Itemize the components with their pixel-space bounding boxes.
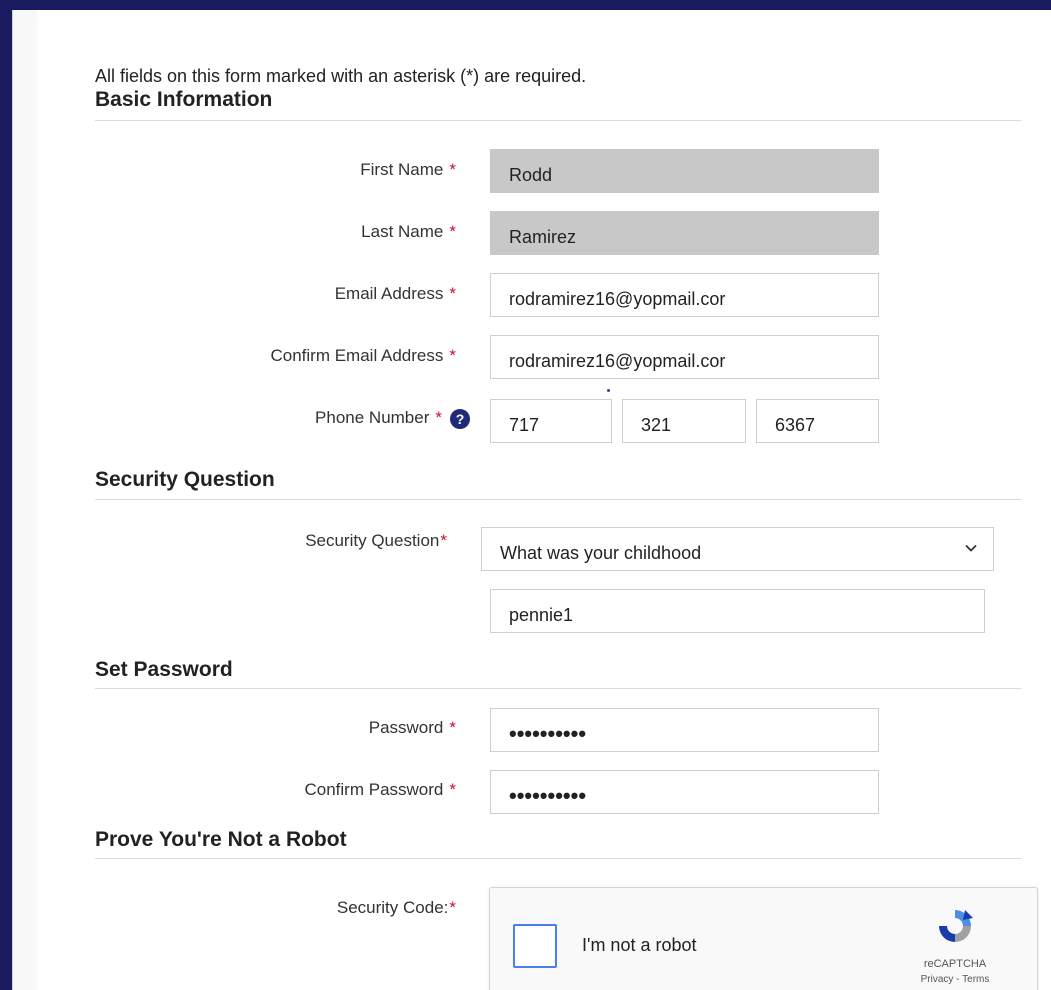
recaptcha-checkbox[interactable] — [513, 924, 557, 968]
security-question-selected-value: What was your childhood — [500, 543, 702, 563]
first-name-field[interactable]: Rodd — [490, 149, 879, 193]
email-address-label: Email Address * — [334, 284, 456, 303]
recaptcha-brand: reCAPTCHA — [923, 958, 987, 970]
password-label: Password * — [368, 718, 456, 737]
confirm-email-address-label: Confirm Email Address * — [270, 346, 456, 365]
section-divider — [95, 499, 1021, 500]
section-title-security-question: Security Question — [95, 468, 275, 491]
recaptcha-checkbox-label: I'm not a robot — [582, 935, 697, 955]
section-title-set-password: Set Password — [95, 658, 233, 681]
registration-form: All fields on this form marked with an a… — [37, 10, 1051, 990]
security-code-label: Security Code:* — [336, 898, 456, 917]
section-divider — [95, 858, 1021, 859]
section-divider — [95, 120, 1021, 121]
phone-line-number-field[interactable]: 6367 — [756, 399, 879, 443]
section-title-not-a-robot: Prove You're Not a Robot — [95, 828, 347, 851]
first-name-label: First Name * — [360, 160, 456, 179]
security-answer-field[interactable]: pennie1 — [490, 589, 985, 633]
confirm-password-label: Confirm Password * — [304, 780, 457, 799]
recaptcha-logo-icon — [939, 910, 973, 942]
confirm-email-address-field[interactable]: rodramirez16@yopmail.cor — [490, 335, 879, 379]
phone-area-code-field[interactable]: 717 — [490, 399, 612, 443]
focus-marker-dot — [607, 389, 610, 392]
section-title-basic-information: Basic Information — [95, 88, 273, 111]
chevron-down-icon — [965, 544, 977, 552]
last-name-label: Last Name * — [361, 222, 456, 241]
recaptcha-privacy-terms-link[interactable]: Privacy - Terms — [914, 974, 996, 985]
email-address-field[interactable]: rodramirez16@yopmail.cor — [490, 273, 879, 317]
confirm-password-field[interactable]: •••••••••• — [490, 770, 879, 814]
security-question-label: Security Question* — [305, 531, 447, 550]
question-circle-icon[interactable]: ? — [450, 408, 470, 429]
recaptcha-widget: I'm not a robot reCAPTCHA Privacy - Term… — [489, 887, 1038, 990]
phone-number-label: Phone Number *? — [315, 408, 470, 429]
last-name-field[interactable]: Ramirez — [490, 211, 879, 255]
section-divider — [95, 688, 1021, 689]
required-note: All fields on this form marked with an a… — [95, 66, 587, 86]
page-frame: All fields on this form marked with an a… — [12, 10, 1051, 990]
phone-prefix-field[interactable]: 321 — [622, 399, 746, 443]
security-question-select[interactable]: What was your childhood — [481, 527, 994, 571]
password-field[interactable]: •••••••••• — [490, 708, 879, 752]
